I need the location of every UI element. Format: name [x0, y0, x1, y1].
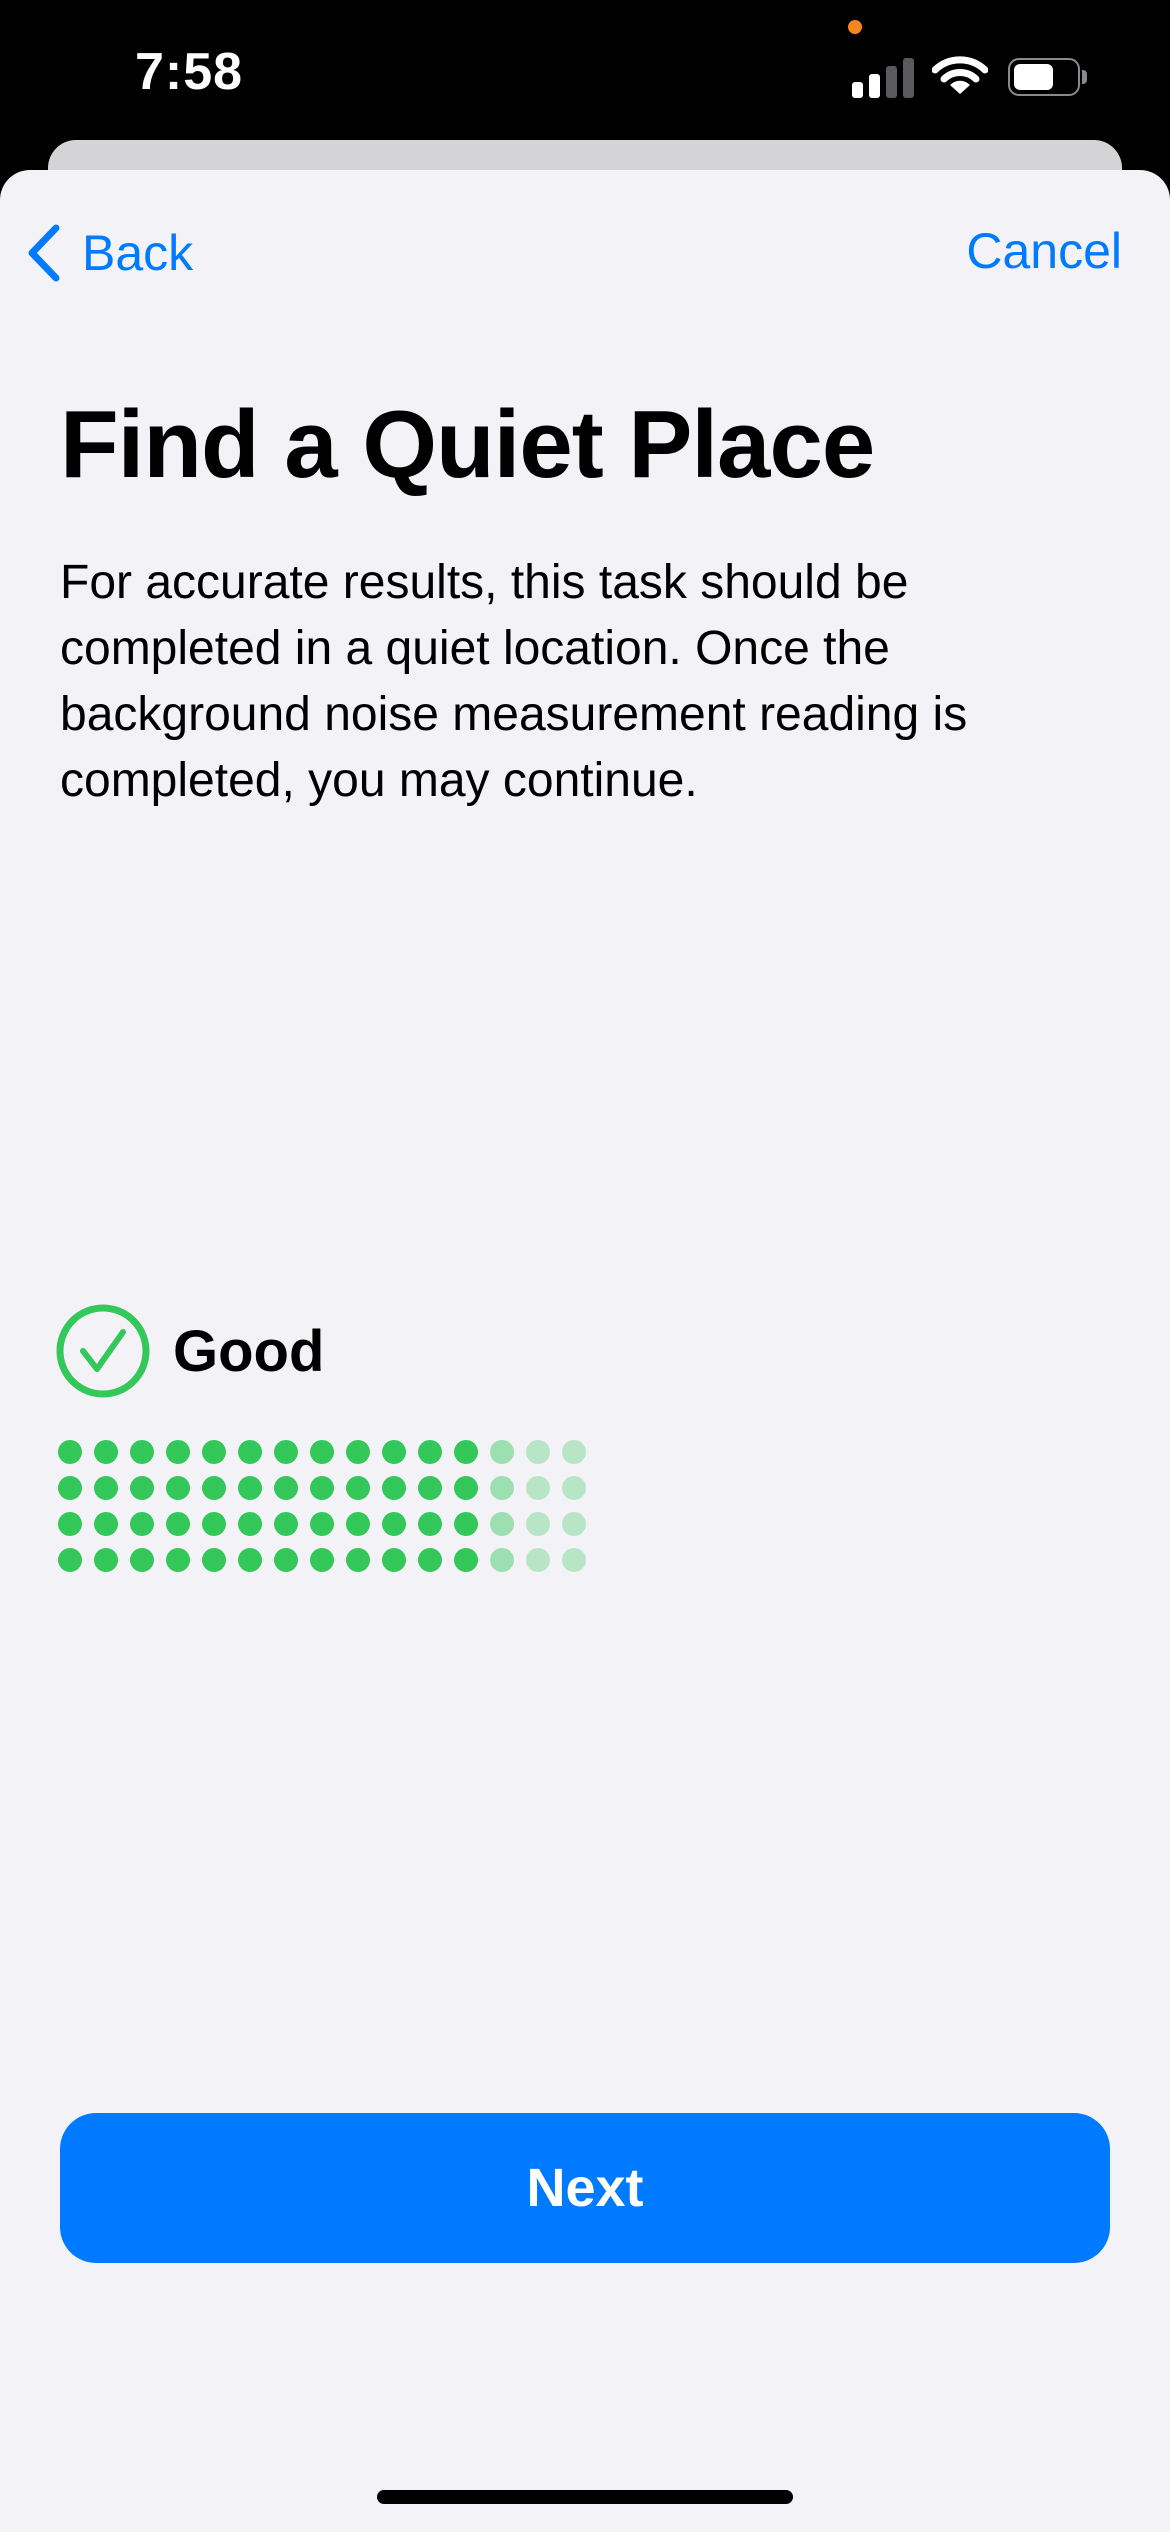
chevron-left-icon — [28, 224, 60, 282]
meter-dot-active — [274, 1512, 298, 1536]
meter-dot-active — [274, 1440, 298, 1464]
meter-dot-inactive — [526, 1512, 550, 1536]
meter-dot-active — [346, 1440, 370, 1464]
meter-dot-active — [94, 1548, 118, 1572]
noise-status-label: Good — [173, 1318, 325, 1384]
meter-dot-active — [58, 1440, 82, 1464]
meter-dot-active — [454, 1476, 478, 1500]
meter-dot-active — [238, 1512, 262, 1536]
back-button[interactable]: Back — [24, 218, 193, 288]
meter-dot-inactive — [490, 1512, 514, 1536]
meter-dot-active — [58, 1476, 82, 1500]
meter-dot-active — [346, 1476, 370, 1500]
meter-dot-inactive — [562, 1512, 586, 1536]
battery-nub — [1082, 70, 1087, 84]
next-button[interactable]: Next — [60, 2113, 1110, 2263]
meter-dot-active — [418, 1548, 442, 1572]
meter-dot-active — [274, 1548, 298, 1572]
meter-dot-active — [418, 1440, 442, 1464]
meter-dot-inactive — [562, 1476, 586, 1500]
noise-status: Good — [55, 1303, 324, 1399]
meter-dot-active — [310, 1440, 334, 1464]
signal-bar — [852, 82, 863, 98]
meter-dot-active — [382, 1548, 406, 1572]
meter-dot-active — [454, 1440, 478, 1464]
meter-dot-active — [94, 1476, 118, 1500]
meter-dot-active — [418, 1512, 442, 1536]
instructions-text: For accurate results, this task should b… — [60, 556, 968, 807]
meter-dot-active — [454, 1548, 478, 1572]
meter-dot-active — [310, 1548, 334, 1572]
meter-dot-active — [238, 1476, 262, 1500]
meter-dot-inactive — [526, 1440, 550, 1464]
status-time: 7:58 — [135, 43, 244, 101]
meter-dot-active — [166, 1476, 190, 1500]
checkmark-circle-icon — [56, 1304, 150, 1398]
meter-dot-inactive — [562, 1440, 586, 1464]
meter-dot-active — [238, 1440, 262, 1464]
meter-dot-active — [130, 1548, 154, 1572]
meter-dot-active — [94, 1512, 118, 1536]
meter-dot-active — [58, 1512, 82, 1536]
meter-dot-active — [382, 1476, 406, 1500]
meter-dot-active — [130, 1440, 154, 1464]
back-button-label: Back — [82, 225, 194, 281]
meter-dot-active — [130, 1512, 154, 1536]
meter-dot-active — [202, 1440, 226, 1464]
meter-dot-inactive — [526, 1548, 550, 1572]
meter-dot-active — [202, 1512, 226, 1536]
page-title: Find a Quiet Place — [60, 391, 875, 498]
meter-dot-inactive — [490, 1476, 514, 1500]
meter-dot-active — [346, 1512, 370, 1536]
signal-bar — [886, 66, 897, 98]
meter-dot-active — [274, 1476, 298, 1500]
home-indicator[interactable] — [377, 2490, 793, 2504]
meter-dot-inactive — [526, 1476, 550, 1500]
meter-dot-inactive — [562, 1548, 586, 1572]
battery-fill — [1014, 64, 1053, 90]
meter-dot-active — [454, 1512, 478, 1536]
meter-dot-active — [202, 1548, 226, 1572]
meter-dot-active — [166, 1440, 190, 1464]
cellular-signal-icon — [852, 58, 914, 98]
privacy-indicator-dot — [848, 20, 862, 34]
meter-dot-active — [310, 1512, 334, 1536]
signal-bar — [869, 74, 880, 98]
meter-dot-active — [202, 1476, 226, 1500]
meter-dot-active — [238, 1548, 262, 1572]
meter-dot-active — [382, 1512, 406, 1536]
noise-level-meter — [58, 1440, 586, 1572]
battery-icon — [1008, 58, 1087, 96]
meter-dot-active — [94, 1440, 118, 1464]
meter-dot-active — [130, 1476, 154, 1500]
wifi-icon — [932, 56, 988, 94]
meter-dot-active — [418, 1476, 442, 1500]
meter-dot-active — [382, 1440, 406, 1464]
meter-dot-active — [346, 1548, 370, 1572]
meter-dot-active — [310, 1476, 334, 1500]
meter-dot-inactive — [490, 1548, 514, 1572]
meter-dot-active — [166, 1548, 190, 1572]
meter-dot-active — [166, 1512, 190, 1536]
meter-dot-active — [58, 1548, 82, 1572]
cancel-button[interactable]: Cancel — [966, 222, 1122, 280]
meter-dot-inactive — [490, 1440, 514, 1464]
signal-bar — [903, 58, 914, 98]
